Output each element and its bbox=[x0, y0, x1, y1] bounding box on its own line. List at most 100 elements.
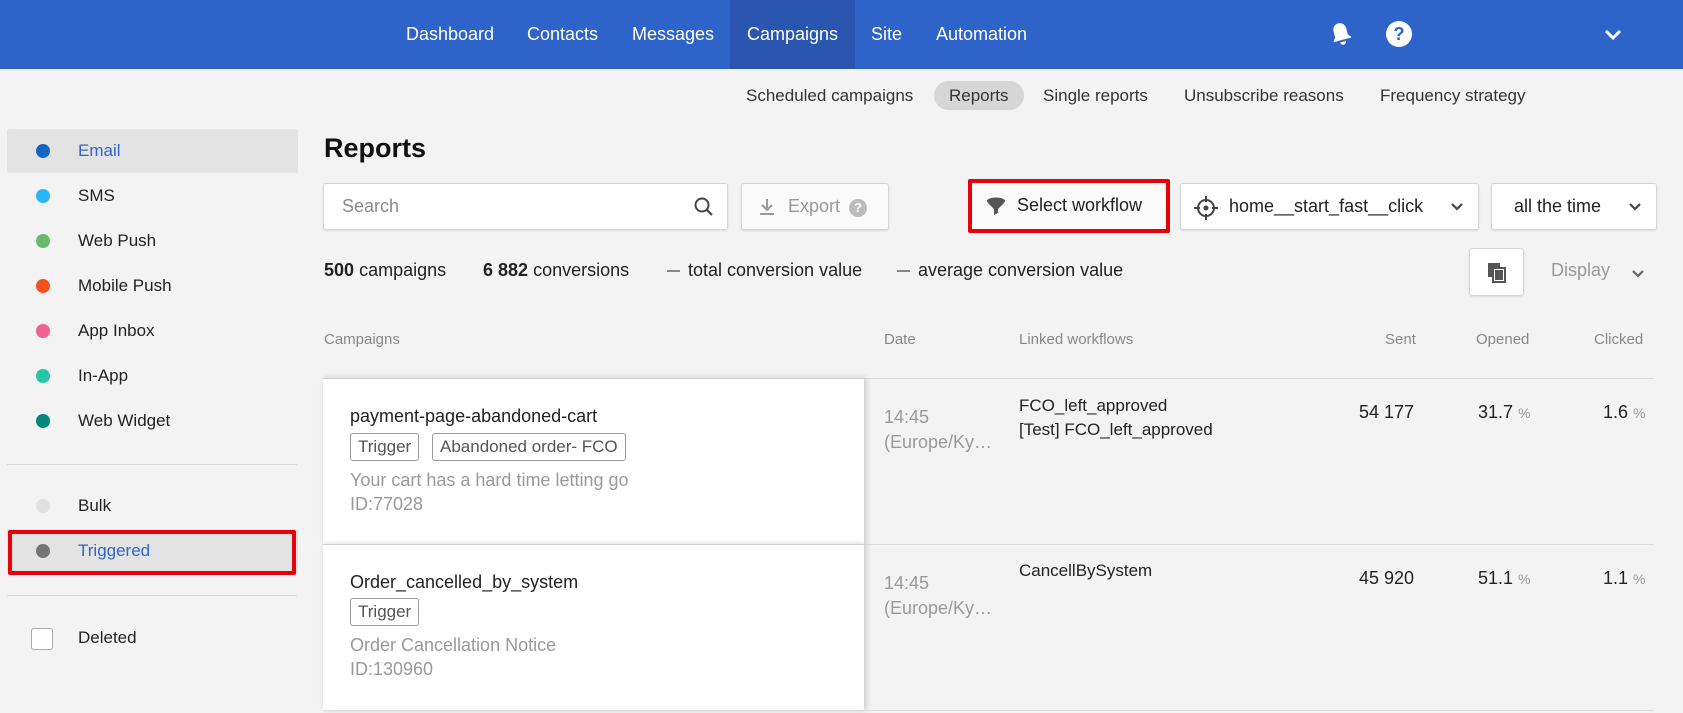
empty-value-dash bbox=[897, 270, 910, 273]
period-value: all the time bbox=[1514, 196, 1602, 216]
tab-single-reports[interactable]: Single reports bbox=[1028, 81, 1163, 110]
sidebar-item-label: SMS bbox=[78, 186, 115, 205]
column-header-opened[interactable]: Opened bbox=[1476, 331, 1529, 348]
campaigns-count: 500 bbox=[324, 260, 355, 280]
conversions-label: conversions bbox=[533, 260, 630, 280]
nav-contacts[interactable]: Contacts bbox=[510, 0, 615, 69]
sidebar-item-bulk[interactable]: Bulk bbox=[7, 484, 298, 528]
empty-value-dash bbox=[667, 270, 680, 273]
display-dropdown[interactable]: Display bbox=[1551, 260, 1610, 281]
sidebar-item-label: Bulk bbox=[78, 496, 112, 515]
campaign-date-time: 14:45 bbox=[884, 573, 930, 593]
sidebar-item-web-push[interactable]: Web Push bbox=[7, 219, 298, 263]
average-value-stat: average conversion value bbox=[897, 260, 1123, 281]
campaign-subject: Your cart has a hard time letting go bbox=[350, 470, 629, 490]
tab-reports[interactable]: Reports bbox=[934, 81, 1024, 110]
help-icon[interactable]: ? bbox=[849, 199, 867, 217]
chevron-down-icon[interactable] bbox=[1629, 264, 1647, 287]
campaigns-stat: 500 campaigns bbox=[324, 260, 446, 281]
opened-number: 51.1 bbox=[1478, 568, 1514, 588]
chevron-down-icon[interactable] bbox=[1597, 18, 1629, 50]
campaign-date-time: 14:45 bbox=[884, 407, 930, 427]
tab-frequency-strategy[interactable]: Frequency strategy bbox=[1365, 81, 1541, 110]
chevron-down-icon bbox=[1626, 197, 1644, 220]
bell-icon[interactable] bbox=[1325, 18, 1357, 50]
email-channel-dot bbox=[36, 144, 50, 158]
sidebar-item-app-inbox[interactable]: App Inbox bbox=[7, 309, 298, 353]
deleted-checkbox[interactable] bbox=[31, 628, 53, 650]
sidebar-item-label: In-App bbox=[78, 366, 129, 385]
goal-dropdown[interactable]: home__start_fast__click bbox=[1180, 183, 1479, 230]
download-icon bbox=[757, 197, 777, 222]
column-header-campaigns[interactable]: Campaigns bbox=[324, 331, 400, 348]
column-header-clicked[interactable]: Clicked bbox=[1594, 331, 1643, 348]
nav-dashboard[interactable]: Dashboard bbox=[389, 0, 511, 69]
column-header-linked-workflows[interactable]: Linked workflows bbox=[1019, 331, 1133, 348]
linked-workflow[interactable]: CancellBySystem bbox=[1019, 561, 1152, 581]
period-dropdown[interactable]: all the time bbox=[1491, 183, 1657, 230]
sidebar-item-web-widget[interactable]: Web Widget bbox=[7, 399, 298, 443]
in-app-channel-dot bbox=[36, 369, 50, 383]
sidebar-item-email[interactable]: Email bbox=[7, 129, 298, 173]
percent-sign: % bbox=[1518, 405, 1531, 421]
search-input[interactable] bbox=[342, 196, 682, 217]
mobile-push-channel-dot bbox=[36, 279, 50, 293]
export-label: Export bbox=[788, 196, 841, 216]
search-icon[interactable] bbox=[693, 196, 715, 223]
web-widget-channel-dot bbox=[36, 414, 50, 428]
display-label: Display bbox=[1551, 260, 1611, 280]
sms-channel-dot bbox=[36, 189, 50, 203]
export-button[interactable]: Export ? bbox=[741, 183, 889, 230]
campaign-name[interactable]: payment-page-abandoned-cart bbox=[350, 406, 597, 427]
percent-sign: % bbox=[1518, 571, 1531, 587]
linked-workflow[interactable]: FCO_left_approved bbox=[1019, 396, 1167, 416]
campaign-id: ID:130960 bbox=[350, 659, 434, 679]
row-divider bbox=[323, 710, 1654, 711]
column-header-date[interactable]: Date bbox=[884, 331, 916, 348]
sidebar-divider bbox=[7, 595, 297, 596]
campaign-name[interactable]: Order_cancelled_by_system bbox=[350, 572, 578, 593]
campaigns-label: campaigns bbox=[359, 260, 447, 280]
row-divider bbox=[864, 378, 1654, 379]
nav-campaigns[interactable]: Campaigns bbox=[730, 0, 856, 69]
nav-site[interactable]: Site bbox=[854, 0, 919, 69]
copy-button[interactable] bbox=[1469, 248, 1524, 296]
campaign-subject: Order Cancellation Notice bbox=[350, 635, 557, 655]
clicked-number: 1.6 bbox=[1603, 402, 1629, 422]
nav-automation[interactable]: Automation bbox=[919, 0, 1044, 69]
sidebar-divider bbox=[7, 464, 297, 465]
linked-workflow[interactable]: [Test] FCO_left_approved bbox=[1019, 420, 1213, 440]
sidebar-item-label: Web Widget bbox=[78, 411, 171, 430]
percent-sign: % bbox=[1633, 405, 1646, 421]
top-nav-bar: Dashboard Contacts Messages Campaigns Si… bbox=[0, 0, 1683, 69]
copy-icon bbox=[1487, 262, 1509, 289]
sidebar-item-mobile-push[interactable]: Mobile Push bbox=[7, 264, 298, 308]
sidebar-item-in-app[interactable]: In-App bbox=[7, 354, 298, 398]
campaign-card[interactable]: Order_cancelled_by_system Trigger Order … bbox=[323, 544, 864, 710]
percent-sign: % bbox=[1633, 571, 1646, 587]
opened-value: 31.7 % bbox=[1478, 402, 1531, 423]
nav-messages[interactable]: Messages bbox=[615, 0, 731, 69]
tab-scheduled-campaigns[interactable]: Scheduled campaigns bbox=[731, 81, 928, 110]
search-box bbox=[323, 183, 728, 230]
campaign-tag: Abandoned order- FCO bbox=[432, 433, 626, 461]
opened-value: 51.1 % bbox=[1478, 568, 1531, 589]
total-value-label: total conversion value bbox=[688, 260, 863, 280]
conversions-stat: 6 882 conversions bbox=[483, 260, 629, 281]
goal-value: home__start_fast__click bbox=[1229, 196, 1424, 216]
campaign-date-timezone: (Europe/Ky… bbox=[884, 598, 993, 618]
clicked-value: 1.6 % bbox=[1603, 402, 1646, 423]
sidebar-item-label: Mobile Push bbox=[78, 276, 172, 295]
clicked-number: 1.1 bbox=[1603, 568, 1629, 588]
campaign-tag: Trigger bbox=[350, 433, 420, 461]
column-header-sent[interactable]: Sent bbox=[1385, 331, 1416, 348]
tab-unsubscribe-reasons[interactable]: Unsubscribe reasons bbox=[1169, 81, 1359, 110]
svg-text:?: ? bbox=[1394, 24, 1405, 44]
sidebar-item-label: App Inbox bbox=[78, 321, 155, 340]
chevron-down-icon bbox=[1448, 197, 1466, 220]
crosshair-icon bbox=[1193, 195, 1219, 226]
help-icon[interactable]: ? bbox=[1383, 18, 1415, 50]
sidebar-item-sms[interactable]: SMS bbox=[7, 174, 298, 218]
highlight-box-triggered bbox=[8, 530, 296, 575]
campaign-card[interactable]: payment-page-abandoned-cart Trigger Aban… bbox=[323, 378, 864, 544]
